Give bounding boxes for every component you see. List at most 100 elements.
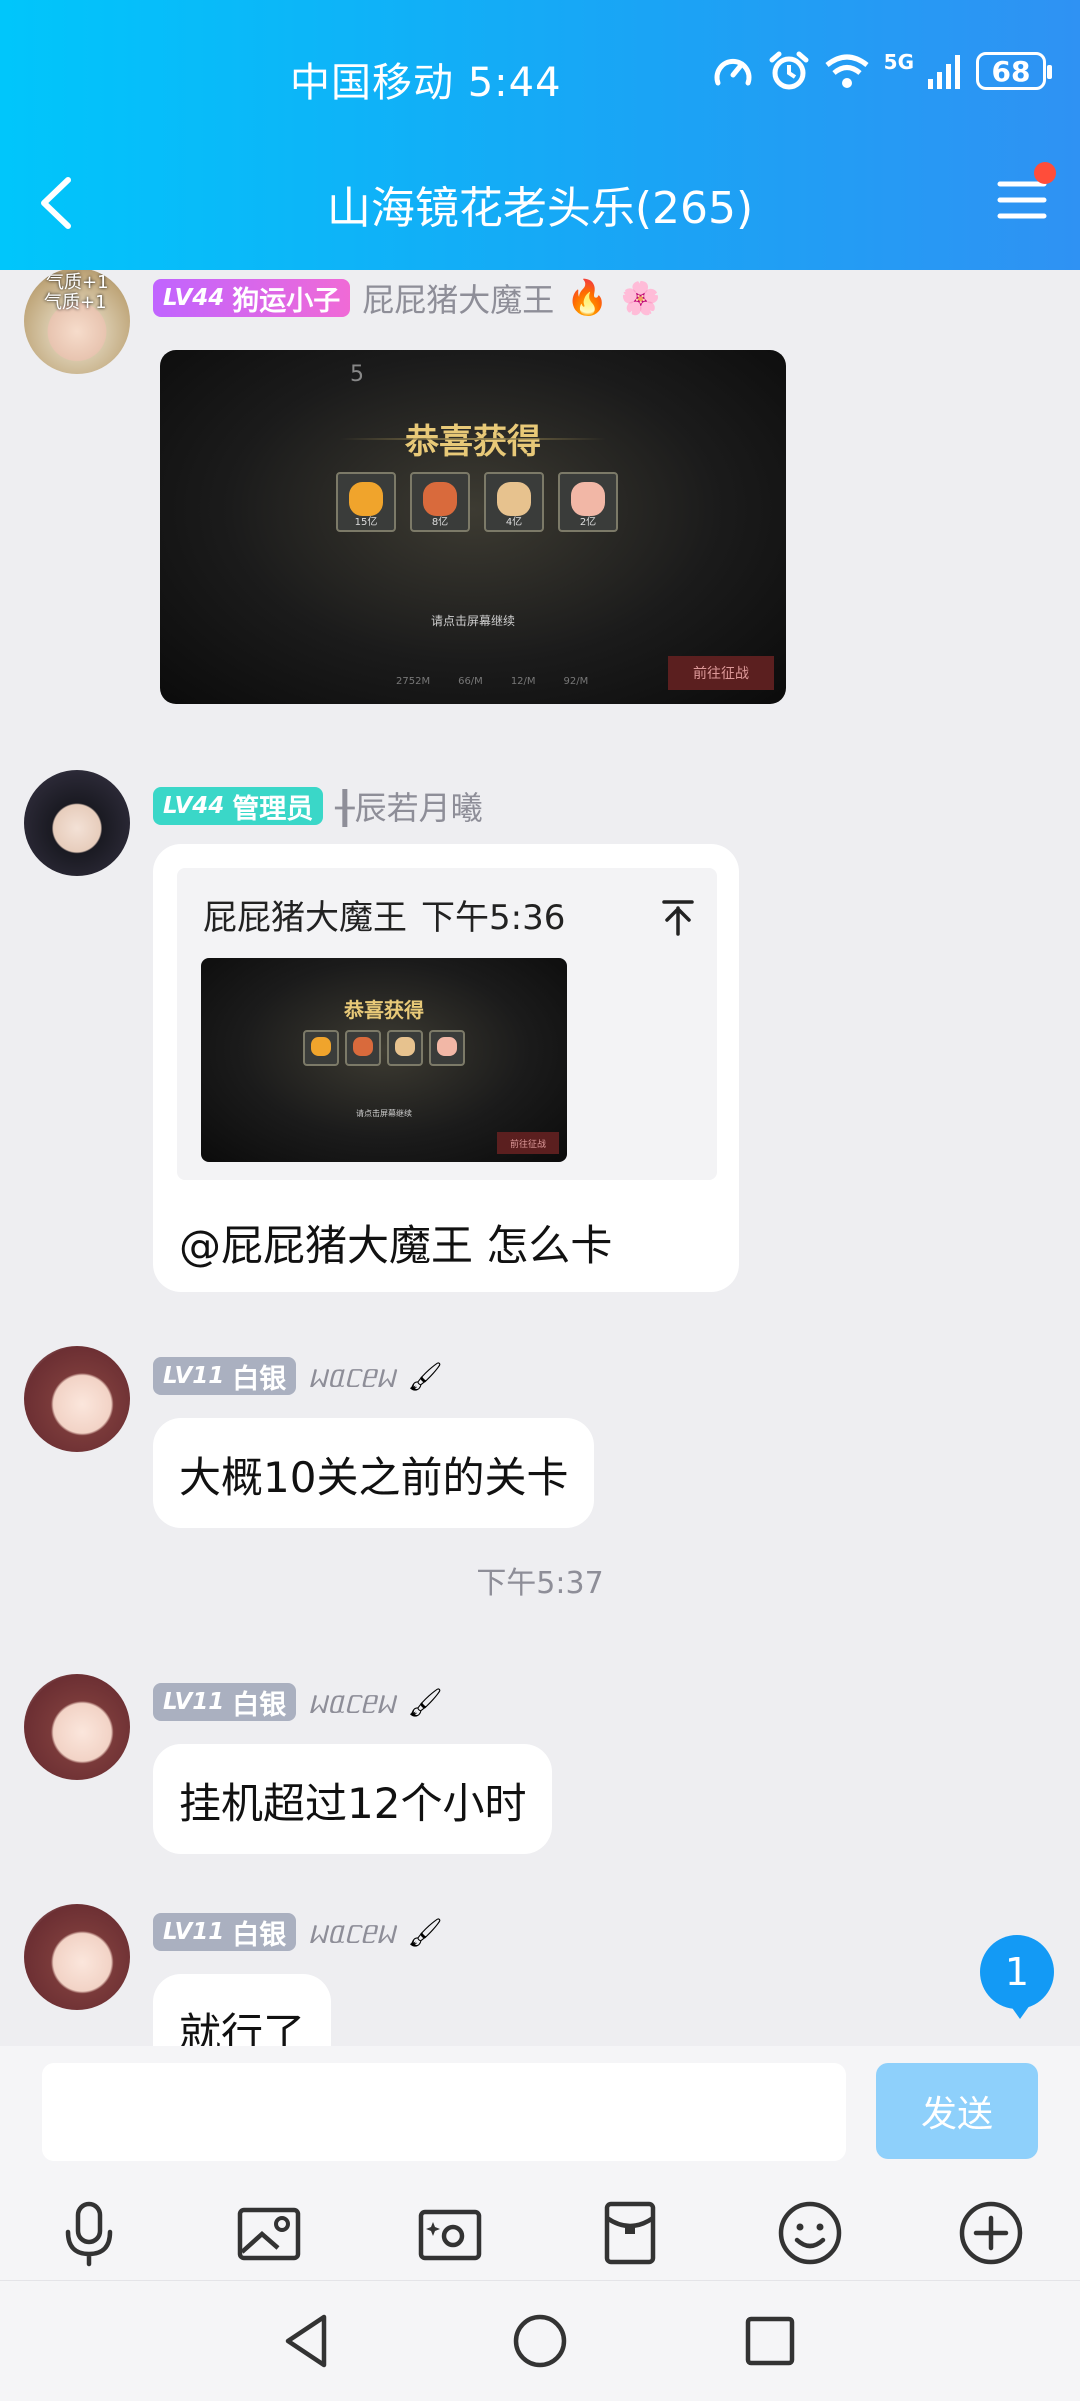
status-bar: 中国移动 5:44 5G 68 bbox=[0, 0, 1080, 150]
level-badge: LV44 管理员 bbox=[153, 787, 324, 825]
reward-item bbox=[303, 1030, 339, 1066]
level-badge: LV11 白银 bbox=[153, 1683, 297, 1721]
message-text: 挂机超过12个小时 bbox=[179, 1779, 527, 1828]
image-message[interactable]: 5 恭喜获得 15亿 8亿 4亿 2亿 请点击屏幕继续 2752M 66/M 1… bbox=[160, 350, 786, 704]
reward-item: 15亿 bbox=[336, 472, 396, 532]
message-input[interactable] bbox=[42, 2063, 846, 2161]
paintbrush-icon: 🖌 bbox=[407, 1685, 443, 1719]
sender-name[interactable]: 屁屁猪大魔王 bbox=[362, 275, 554, 321]
nav-recents-icon[interactable] bbox=[738, 2309, 802, 2373]
message-text: @屁屁猪大魔王 怎么卡 bbox=[179, 1221, 613, 1270]
level-label: LV44 bbox=[163, 793, 225, 819]
quote-header: 屁屁猪大魔王 下午5:36 bbox=[203, 890, 565, 939]
reward-qty: 8亿 bbox=[431, 517, 449, 528]
game-go-button: 前往征战 bbox=[497, 1132, 559, 1154]
send-button[interactable]: 发送 bbox=[876, 2063, 1038, 2159]
camera-icon[interactable] bbox=[413, 2196, 487, 2270]
text-bubble[interactable]: 大概10关之前的关卡 bbox=[153, 1418, 595, 1528]
game-reward-title: 恭喜获得 bbox=[344, 998, 424, 1022]
avatar[interactable]: 气质+1 气质+1 bbox=[24, 270, 130, 374]
quote-author: 屁屁猪大魔王 bbox=[203, 898, 407, 938]
game-go-button: 前往征战 bbox=[668, 656, 774, 690]
level-label: LV44 bbox=[163, 285, 225, 311]
text-bubble[interactable]: 就行了 bbox=[153, 1974, 332, 2046]
reply-bubble[interactable]: 屁屁猪大魔王 下午5:36 恭喜获得 请点击屏幕继续 前往征战 @屁屁猪大魔王 … bbox=[153, 844, 739, 1292]
image-icon[interactable] bbox=[232, 2196, 306, 2270]
reward-qty: 15亿 bbox=[354, 517, 378, 528]
badge-title: 狗运小子 bbox=[232, 285, 341, 317]
sender-name[interactable]: ᥕᥲᥴᥱᥕ bbox=[308, 1913, 395, 1952]
badge-title: 管理员 bbox=[232, 793, 314, 825]
red-packet-icon[interactable] bbox=[593, 2196, 667, 2270]
game-stats: 2752M 66/M 12/M 92/M bbox=[396, 676, 588, 687]
paintbrush-icon: 🖌 bbox=[407, 1359, 443, 1393]
mic-icon[interactable] bbox=[52, 2196, 126, 2270]
quote-time: 下午5:36 bbox=[421, 898, 566, 938]
signal-icon bbox=[928, 55, 960, 89]
nav-home-icon[interactable] bbox=[508, 2309, 572, 2373]
message-meta: LV11 白银 ᥕᥲᥴᥱᥕ 🖌 bbox=[153, 1682, 443, 1722]
game-stat: 2752M bbox=[396, 676, 431, 687]
level-badge: LV44 狗运小子 bbox=[153, 279, 351, 317]
paintbrush-icon: 🖌 bbox=[407, 1915, 443, 1949]
plus-icon[interactable] bbox=[954, 2196, 1028, 2270]
message-meta: LV11 白银 ᥕᥲᥴᥱᥕ 🖌 bbox=[153, 1912, 443, 1952]
avatar[interactable] bbox=[24, 1904, 130, 2010]
message-text: 就行了 bbox=[179, 2009, 306, 2046]
level-label: LV11 bbox=[163, 1919, 225, 1945]
game-stat: 12/M bbox=[510, 676, 536, 687]
status-icons: 5G 68 bbox=[712, 50, 1052, 92]
avatar[interactable] bbox=[24, 1346, 130, 1452]
text-bubble[interactable]: 挂机超过12个小时 bbox=[153, 1744, 553, 1854]
sender-name[interactable]: ╂辰若月曦 bbox=[335, 783, 482, 829]
emoji-icon[interactable] bbox=[773, 2196, 847, 2270]
time-divider: 下午5:37 bbox=[476, 1566, 604, 1601]
carrier-time: 中国移动 5:44 bbox=[290, 60, 562, 106]
nav-back-icon[interactable] bbox=[276, 2309, 340, 2373]
message-item: LV11 白银 ᥕᥲᥴᥱᥕ 🖌 大概10关之前的关卡 bbox=[0, 1320, 1080, 1528]
message-meta: LV44 管理员 ╂辰若月曦 bbox=[153, 783, 483, 829]
message-item: LV11 白银 ᥕᥲᥴᥱᥕ 🖌 挂机超过12个小时 bbox=[0, 1648, 1080, 1854]
level-label: LV11 bbox=[163, 1689, 225, 1715]
badge-title: 白银 bbox=[232, 1689, 287, 1721]
game-corner-number: 5 bbox=[350, 362, 364, 387]
jump-to-quote-icon[interactable] bbox=[661, 898, 695, 936]
title-divider bbox=[340, 438, 606, 440]
network-label: 5G bbox=[883, 50, 914, 74]
reward-qty: 4亿 bbox=[505, 517, 523, 528]
toolbar bbox=[0, 2196, 1080, 2270]
sender-name[interactable]: ᥕᥲᥴᥱᥕ bbox=[308, 1683, 395, 1722]
chat-title: 山海镜花老头乐(265) bbox=[326, 183, 754, 234]
message-item: LV11 白银 ᥕᥲᥴᥱᥕ 🖌 就行了 bbox=[0, 1878, 1080, 2046]
game-hint: 请点击屏幕继续 bbox=[430, 614, 515, 628]
unread-count-badge[interactable]: 1 bbox=[980, 1935, 1054, 2019]
avatar-overlay-text: 气质+1 bbox=[44, 292, 107, 313]
fire-icon: 🔥 bbox=[566, 278, 609, 318]
app-header: 中国移动 5:44 5G 68 山海镜花老头乐(265) bbox=[0, 0, 1080, 270]
game-stat: 66/M bbox=[458, 676, 483, 687]
quoted-message[interactable]: 屁屁猪大魔王 下午5:36 恭喜获得 请点击屏幕继续 前往征战 bbox=[177, 868, 717, 1180]
badge-title: 白银 bbox=[232, 1363, 287, 1395]
battery-icon: 68 bbox=[976, 52, 1052, 90]
system-nav-bar bbox=[0, 2280, 1080, 2401]
reward-item: 4亿 bbox=[484, 472, 544, 532]
flower-icon: 🌸 bbox=[620, 279, 661, 317]
reward-item bbox=[387, 1030, 423, 1066]
message-meta: LV11 白银 ᥕᥲᥴᥱᥕ 🖌 bbox=[153, 1356, 443, 1396]
speedometer-icon bbox=[714, 59, 752, 86]
game-stat: 92/M bbox=[563, 676, 589, 687]
wifi-icon bbox=[825, 54, 869, 88]
chat-messages[interactable]: 气质+1 气质+1 LV44 狗运小子 屁屁猪大魔王 🔥 🌸 5 恭喜获得 15亿… bbox=[0, 270, 1080, 2046]
battery-level: 68 bbox=[991, 54, 1031, 88]
message-item: 气质+1 气质+1 LV44 狗运小子 屁屁猪大魔王 🔥 🌸 5 恭喜获得 15亿… bbox=[0, 270, 1080, 710]
alarm-icon bbox=[769, 51, 809, 90]
avatar[interactable] bbox=[24, 770, 130, 876]
level-badge: LV11 白银 bbox=[153, 1357, 297, 1395]
quoted-image[interactable]: 恭喜获得 请点击屏幕继续 前往征战 bbox=[201, 958, 567, 1162]
input-bar: 发送 bbox=[0, 2046, 1080, 2280]
message-text: 大概10关之前的关卡 bbox=[179, 1453, 569, 1502]
avatar[interactable] bbox=[24, 1674, 130, 1780]
level-label: LV11 bbox=[163, 1363, 225, 1389]
level-badge: LV11 白银 bbox=[153, 1913, 297, 1951]
sender-name[interactable]: ᥕᥲᥴᥱᥕ bbox=[308, 1357, 395, 1396]
